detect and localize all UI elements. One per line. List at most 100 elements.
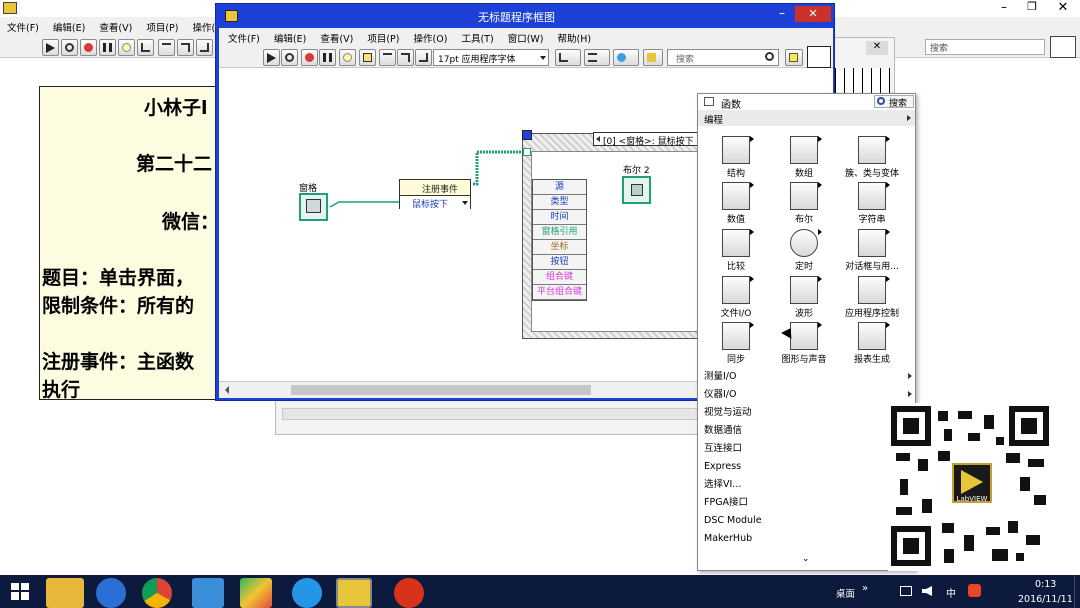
palette-boolean[interactable]: 布尔 bbox=[770, 182, 838, 230]
diagram-hscroll-thumb[interactable] bbox=[291, 385, 591, 395]
taskbar-app-icon[interactable] bbox=[394, 578, 424, 608]
pin-icon[interactable] bbox=[704, 97, 714, 106]
highlight-bulb-icon[interactable] bbox=[118, 39, 135, 56]
diagram-menu-tools[interactable]: 工具(T) bbox=[461, 34, 493, 45]
event-case-selector[interactable]: [0] <窗格>: 鼠标按下 bbox=[593, 132, 703, 147]
event-data-coords[interactable]: 坐标 bbox=[533, 241, 586, 255]
palette-vision-motion[interactable]: 视觉与运动 bbox=[704, 404, 914, 422]
close-icon[interactable]: ✕ bbox=[1046, 0, 1080, 17]
pause-icon[interactable] bbox=[99, 39, 116, 56]
diagram-step-out-icon[interactable] bbox=[415, 49, 432, 66]
palette-cluster-class-variant[interactable]: 簇、类与变体 bbox=[838, 136, 906, 184]
search-icon[interactable] bbox=[765, 52, 774, 61]
step-into-icon[interactable] bbox=[158, 39, 175, 56]
tray-clock-date[interactable]: 2016/11/11 bbox=[1018, 594, 1073, 605]
palette-array[interactable]: 数组 bbox=[770, 136, 838, 184]
event-data-platform-modifiers[interactable]: 平台组合键 bbox=[533, 286, 586, 300]
palette-numeric[interactable]: 数值 bbox=[702, 182, 770, 230]
event-data-pane-ref[interactable]: 窗格引用 bbox=[533, 226, 586, 240]
diagram-menu-edit[interactable]: 编辑(E) bbox=[274, 34, 306, 45]
diagram-abort-icon[interactable] bbox=[301, 49, 318, 66]
third-window-close-icon[interactable]: ✕ bbox=[866, 41, 888, 55]
menu-file[interactable]: 文件(F) bbox=[7, 23, 39, 34]
palette-file-io[interactable]: 文件I/O bbox=[702, 276, 770, 324]
reorder-icon[interactable] bbox=[613, 49, 639, 66]
event-data-modifiers[interactable]: 组合键 bbox=[533, 271, 586, 285]
event-data-source[interactable]: 源 bbox=[533, 181, 586, 195]
diagram-menu-file[interactable]: 文件(F) bbox=[228, 34, 260, 45]
event-data-node[interactable]: 源 类型 时间 窗格引用 坐标 按钮 组合键 平台组合键 bbox=[532, 179, 587, 301]
menu-project[interactable]: 项目(P) bbox=[146, 23, 178, 34]
tray-chevron-icon[interactable]: » bbox=[862, 583, 868, 594]
diagram-menu-operate[interactable]: 操作(O) bbox=[414, 34, 448, 45]
event-data-button[interactable]: 按钮 bbox=[533, 256, 586, 270]
diagram-highlight-icon[interactable] bbox=[339, 49, 356, 66]
palette-data-communication[interactable]: 数据通信 bbox=[704, 422, 914, 440]
palette-connectivity[interactable]: 互连接口 bbox=[704, 440, 914, 458]
event-registration-terminal[interactable] bbox=[523, 148, 531, 156]
context-help-icon[interactable] bbox=[785, 49, 803, 66]
taskbar-file-explorer-icon[interactable] bbox=[46, 578, 84, 608]
run-arrow-icon[interactable] bbox=[42, 39, 59, 56]
menu-view[interactable]: 查看(V) bbox=[99, 23, 132, 34]
diagram-close-icon[interactable]: ✕ bbox=[795, 6, 831, 22]
palette-dialog-ui[interactable]: 对话框与用... bbox=[838, 229, 906, 277]
show-desktop-button[interactable] bbox=[1074, 575, 1080, 608]
tray-clock-time[interactable]: 0:13 bbox=[1035, 579, 1056, 590]
palette-select-vi[interactable]: 选择VI... bbox=[704, 476, 914, 494]
diagram-retain-icon[interactable] bbox=[359, 49, 376, 66]
abort-icon[interactable] bbox=[80, 39, 97, 56]
palette-structures[interactable]: 结构 bbox=[702, 136, 770, 184]
taskbar-chrome-icon[interactable] bbox=[142, 578, 172, 608]
diagram-minimize-icon[interactable]: – bbox=[771, 6, 793, 22]
tray-volume-icon[interactable] bbox=[922, 586, 932, 596]
retain-wire-icon[interactable] bbox=[137, 39, 154, 56]
palette-graphics-sound[interactable]: 图形与声音 bbox=[770, 322, 838, 370]
palette-synchronization[interactable]: 同步 bbox=[702, 322, 770, 370]
palette-makerhub[interactable]: MakerHub bbox=[704, 530, 914, 548]
minimize-icon[interactable]: – bbox=[990, 0, 1018, 17]
taskbar-play-store-icon[interactable] bbox=[240, 578, 272, 608]
tray-ime-label[interactable]: 中 bbox=[946, 585, 956, 600]
distribute-objects-icon[interactable] bbox=[584, 49, 610, 66]
palette-express[interactable]: Express bbox=[704, 458, 914, 476]
start-button[interactable] bbox=[0, 575, 40, 608]
palette-string[interactable]: 字符串 bbox=[838, 182, 906, 230]
taskbar-desktop-label[interactable]: 桌面 bbox=[836, 586, 855, 600]
diagram-step-over-icon[interactable] bbox=[397, 49, 414, 66]
palette-search-button[interactable]: 搜索 bbox=[874, 95, 914, 109]
event-timeout-terminal[interactable] bbox=[522, 130, 532, 140]
palette-measurement-io[interactable]: 测量I/O bbox=[704, 368, 914, 386]
event-data-time[interactable]: 时间 bbox=[533, 211, 586, 225]
palette-instrument-io[interactable]: 仪器I/O bbox=[704, 386, 914, 404]
diagram-menu-help[interactable]: 帮助(H) bbox=[558, 34, 592, 45]
diagram-menu-view[interactable]: 查看(V) bbox=[320, 34, 353, 45]
restore-icon[interactable]: ❐ bbox=[1018, 0, 1046, 17]
palette-fpga-interface[interactable]: FPGA接口 bbox=[704, 494, 914, 512]
palette-report-generation[interactable]: 报表生成 bbox=[838, 322, 906, 370]
third-window-hscroll[interactable] bbox=[282, 408, 722, 420]
palette-category-header[interactable]: 编程 bbox=[698, 110, 915, 126]
palette-expand-icon[interactable]: ⌄ bbox=[802, 554, 810, 564]
step-out-icon[interactable] bbox=[196, 39, 213, 56]
taskbar-sogou-icon[interactable] bbox=[96, 578, 126, 608]
palette-dsc-module[interactable]: DSC Module bbox=[704, 512, 914, 530]
run-continuous-icon[interactable] bbox=[61, 39, 78, 56]
palette-timing[interactable]: 定时 bbox=[770, 229, 838, 277]
taskbar-labview-icon[interactable] bbox=[336, 578, 372, 608]
diagram-step-into-icon[interactable] bbox=[379, 49, 396, 66]
diagram-menu-window[interactable]: 窗口(W) bbox=[508, 34, 544, 45]
diagram-search-field[interactable]: 搜索 bbox=[667, 49, 779, 66]
taskbar-network-icon[interactable] bbox=[192, 578, 224, 608]
font-select[interactable]: 17pt 应用程序字体 bbox=[433, 49, 549, 66]
bool-control-terminal[interactable] bbox=[622, 176, 651, 204]
menu-edit[interactable]: 编辑(E) bbox=[53, 23, 85, 34]
event-data-type[interactable]: 类型 bbox=[533, 196, 586, 210]
taskbar-media-player-icon[interactable] bbox=[292, 578, 322, 608]
diagram-pause-icon[interactable] bbox=[319, 49, 336, 66]
scroll-left-icon[interactable] bbox=[225, 386, 229, 394]
diagram-menu-project[interactable]: 项目(P) bbox=[367, 34, 399, 45]
cleanup-diagram-icon[interactable] bbox=[643, 49, 663, 66]
diagram-run-continuous-icon[interactable] bbox=[281, 49, 298, 66]
back-search-field[interactable]: 搜索 bbox=[925, 39, 1045, 55]
